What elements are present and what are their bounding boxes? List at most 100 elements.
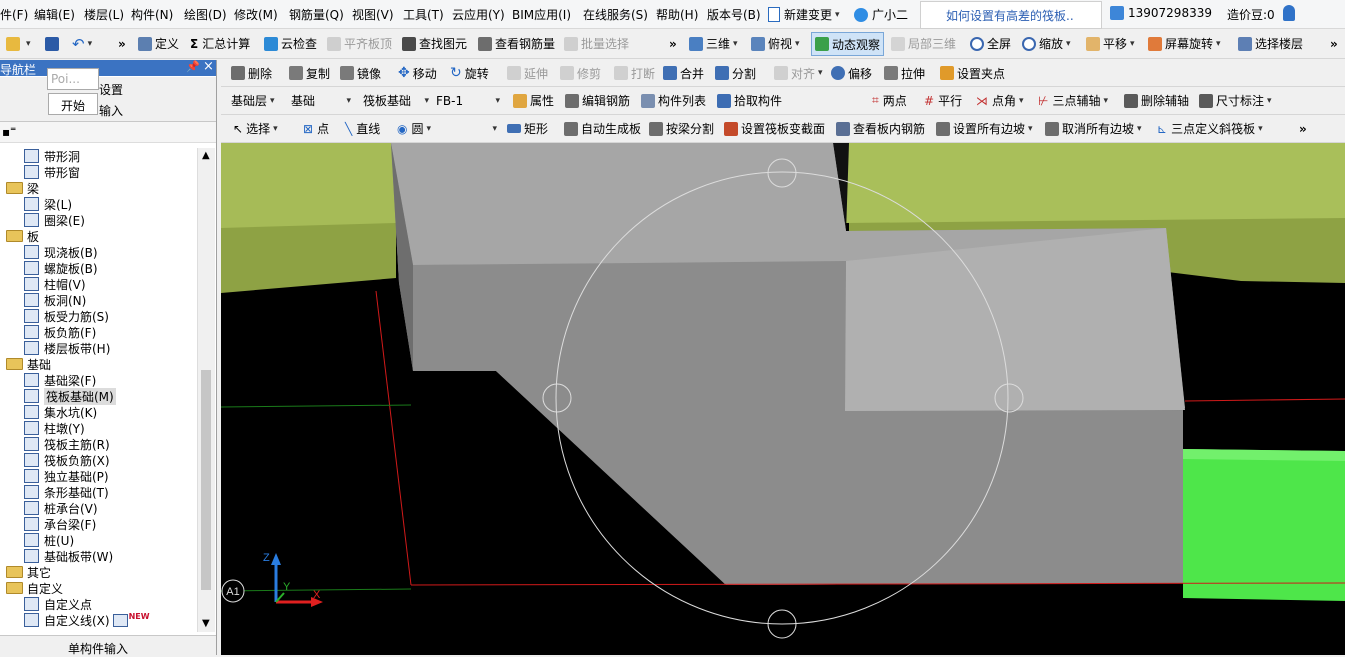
menu-help[interactable]: 帮助(H): [656, 6, 698, 23]
pick-member-button[interactable]: 拾取构件: [717, 87, 782, 114]
close-icon[interactable]: ×: [203, 59, 214, 74]
category-select[interactable]: 基础 ▾: [291, 87, 351, 114]
green-block[interactable]: [1183, 449, 1345, 601]
tree-item[interactable]: 板负筋(F): [0, 324, 96, 340]
tree-item[interactable]: 承台梁(F): [0, 516, 96, 532]
tree-folder[interactable]: 板: [0, 228, 39, 244]
grid-line[interactable]: [375, 290, 412, 586]
tree-item[interactable]: 楼层板带(H): [0, 340, 110, 356]
set-variable-section-button[interactable]: 设置筏板变截面: [724, 115, 825, 142]
3d-scene[interactable]: A1 Z Y X: [221, 143, 1345, 655]
menu-edit[interactable]: 编辑(E): [34, 6, 75, 23]
scroll-up-icon[interactable]: ▲: [202, 150, 210, 161]
menu-bim[interactable]: BIM应用(I): [512, 6, 571, 23]
tree-item[interactable]: 桩(U): [0, 532, 74, 548]
bell-icon[interactable]: [1283, 5, 1295, 21]
tab-settings[interactable]: 设置: [99, 81, 123, 98]
split-button[interactable]: 分割: [715, 60, 756, 86]
delete-button[interactable]: 删除: [231, 60, 272, 86]
undo-button[interactable]: ↶ ▾: [72, 29, 92, 58]
tree-folder[interactable]: 基础: [0, 356, 51, 372]
break-button[interactable]: 打断: [614, 60, 655, 86]
user-account[interactable]: 13907298339: [1110, 6, 1212, 20]
rectangle-button[interactable]: 矩形: [507, 115, 548, 142]
expand-icon[interactable]: ▪: [2, 125, 10, 139]
grid-line[interactable]: [1184, 398, 1345, 402]
olive-slab-left-top[interactable]: [221, 143, 396, 228]
help-search-box[interactable]: 如何设置有高差的筏板..: [920, 1, 1102, 29]
single-member-input-tab[interactable]: 单构件输入: [0, 635, 216, 656]
tree-item[interactable]: 柱墩(Y): [0, 420, 85, 436]
menu-online[interactable]: 在线服务(S): [583, 6, 648, 23]
scroll-thumb[interactable]: [201, 370, 211, 590]
select-floor-button[interactable]: 选择楼层: [1238, 29, 1303, 58]
move-button[interactable]: ✥ 移动: [398, 60, 437, 86]
floor-select[interactable]: 基础层 ▾: [231, 87, 275, 114]
copy-button[interactable]: 复制: [289, 60, 330, 86]
cloud-check-button[interactable]: 云检查: [264, 29, 317, 58]
zoom-button[interactable]: 缩放 ▾: [1022, 29, 1071, 58]
circle-button[interactable]: ◉ 圆 ▾ ▾: [397, 115, 497, 142]
pan-button[interactable]: 平移 ▾: [1086, 29, 1135, 58]
open-button[interactable]: ▾: [6, 29, 31, 58]
cancel-all-slopes-button[interactable]: 取消所有边坡 ▾: [1045, 115, 1142, 142]
type-select[interactable]: 筏板基础 ▾: [363, 87, 429, 114]
screen-rotate-button[interactable]: 屏幕旋转 ▾: [1148, 29, 1221, 58]
menu-file[interactable]: 件(F): [0, 6, 28, 23]
tree-item[interactable]: 螺旋板(B): [0, 260, 98, 276]
find-button[interactable]: 查找图元: [402, 29, 467, 58]
tree-folder[interactable]: 梁: [0, 180, 39, 196]
tree-item[interactable]: 柱帽(V): [0, 276, 86, 292]
collapse-icon[interactable]: ⁼: [10, 124, 16, 138]
point-angle-axis-button[interactable]: ⋊ 点角 ▾: [976, 87, 1024, 114]
menu-modify[interactable]: 修改(M): [234, 6, 278, 23]
menu-cloud[interactable]: 云应用(Y): [452, 6, 505, 23]
local3d-button[interactable]: 局部三维: [891, 29, 956, 58]
tree-item[interactable]: 梁(L): [0, 196, 72, 212]
point-button[interactable]: ⊠ 点: [303, 115, 329, 142]
fullscreen-button[interactable]: 全屏: [970, 29, 1011, 58]
edit-rebar-button[interactable]: 编辑钢筋: [565, 87, 630, 114]
tree-item[interactable]: 板受力筋(S): [0, 308, 109, 324]
trim-button[interactable]: 修剪: [560, 60, 601, 86]
menu-rebar-qty[interactable]: 钢筋量(Q): [289, 6, 344, 23]
tree-item[interactable]: 独立基础(P): [0, 468, 109, 484]
overflow-icon[interactable]: »: [118, 29, 126, 58]
menu-floor[interactable]: 楼层(L): [84, 6, 124, 23]
offset-button[interactable]: 偏移: [831, 60, 872, 86]
start-popup-button[interactable]: 开始: [48, 93, 98, 115]
three-point-axis-button[interactable]: ⊬ 三点辅轴 ▾: [1038, 87, 1108, 114]
menu-version[interactable]: 版本号(B): [707, 6, 761, 23]
merge-button[interactable]: 合并: [663, 60, 704, 86]
tree-item[interactable]: 基础梁(F): [0, 372, 96, 388]
overflow-icon[interactable]: »: [669, 29, 677, 58]
assistant-button[interactable]: 广小二: [854, 6, 908, 23]
batch-select-button[interactable]: 批量选择: [564, 29, 629, 58]
tree-item[interactable]: 筏板基础(M): [0, 387, 116, 405]
top-view-button[interactable]: 俯视 ▾: [751, 29, 800, 58]
align-top-button[interactable]: 平齐板顶: [327, 29, 392, 58]
select-button[interactable]: ↖ 选择 ▾: [233, 115, 278, 142]
tree-item[interactable]: 集水坑(K): [0, 404, 97, 420]
tree-item[interactable]: 筏板负筋(X): [0, 452, 110, 468]
set-grip-button[interactable]: 设置夹点: [940, 60, 1005, 86]
set-all-slopes-button[interactable]: 设置所有边坡 ▾: [936, 115, 1033, 142]
grid-line[interactable]: [221, 404, 412, 408]
save-button[interactable]: [45, 29, 62, 58]
tree-item[interactable]: 筏板主筋(R): [0, 436, 110, 452]
tree-folder[interactable]: 其它: [0, 564, 51, 580]
split-by-beam-button[interactable]: 按梁分割: [649, 115, 714, 142]
3d-viewport[interactable]: A1 Z Y X: [221, 143, 1345, 655]
overflow-icon[interactable]: »: [1299, 115, 1307, 142]
properties-button[interactable]: 属性: [513, 87, 554, 114]
tree-item[interactable]: 基础板带(W): [0, 548, 113, 564]
tree-item[interactable]: 圈梁(E): [0, 212, 85, 228]
view3d-button[interactable]: 三维 ▾: [689, 29, 738, 58]
view-inner-rebar-button[interactable]: 查看板内钢筋: [836, 115, 925, 142]
align-button[interactable]: 对齐 ▾: [774, 60, 823, 86]
dynamic-view-button[interactable]: 动态观察: [811, 32, 885, 56]
pin-icon[interactable]: 📌: [186, 60, 200, 73]
tree-item[interactable]: 桩承台(V): [0, 500, 98, 516]
poi-input[interactable]: Poi...: [47, 68, 99, 90]
menu-tools[interactable]: 工具(T): [403, 6, 444, 23]
